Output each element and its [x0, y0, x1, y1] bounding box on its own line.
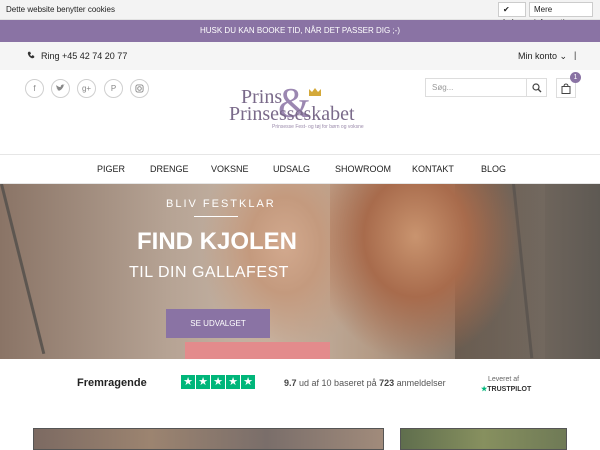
cookie-bar: Dette website benytter cookies ✔ Luk Mer…: [0, 0, 600, 27]
cart-count-badge: 1: [570, 72, 581, 83]
hero-title: FIND KJOLEN: [137, 228, 298, 255]
google-plus-icon[interactable]: g+: [77, 79, 96, 98]
nav-item-kontakt[interactable]: KONTAKT: [412, 164, 454, 174]
cookie-text: Dette website benytter cookies: [6, 5, 115, 14]
separator: |: [574, 50, 577, 60]
hero-subtitle: TIL DIN GALLAFEST: [129, 264, 289, 281]
logo-line2: Prinsesseskabet: [229, 103, 355, 125]
logo-tagline: Prinsesse Fest- og tøj for børn og voksn…: [272, 124, 364, 130]
trust-score: 9.7 ud af 10 baseret på 723 anmeldelser: [284, 378, 446, 388]
trust-label: Fremragende: [77, 377, 147, 389]
promo-banner[interactable]: HUSK DU KAN BOOKE TID, NÅR DET PASSER DI…: [0, 20, 600, 42]
trust-text-b: anmeldelser: [396, 378, 446, 388]
search-input[interactable]: [426, 79, 526, 96]
nav-item-piger[interactable]: PIGER: [97, 164, 125, 174]
category-image[interactable]: [400, 428, 567, 450]
bag-icon: [561, 83, 571, 94]
facebook-icon[interactable]: f: [25, 79, 44, 98]
hero-photo-dress: [185, 342, 330, 359]
nav-item-drenge[interactable]: DRENGE: [150, 164, 189, 174]
trust-review-count: 723: [379, 378, 395, 388]
star-icon: ★: [211, 375, 225, 389]
cookie-more-info-button[interactable]: Mere information: [529, 2, 593, 27]
main-nav: PIGER DRENGE VOKSNE UDSALG SHOWROOM KONT…: [0, 154, 600, 184]
swing-chain: [0, 184, 46, 355]
pinterest-icon[interactable]: P: [104, 79, 123, 98]
hero-photo-person: [330, 184, 520, 359]
category-image[interactable]: [33, 428, 384, 450]
search-icon: [532, 83, 542, 93]
nav-item-showroom[interactable]: SHOWROOM: [335, 164, 391, 174]
instagram-icon[interactable]: [130, 79, 149, 98]
top-bar: Ring +45 42 74 20 77 Min konto ⌄ |: [0, 42, 600, 70]
see-selection-button[interactable]: SE UDVALGET: [166, 309, 270, 338]
trustpilot-brand: TRUSTPILOT: [487, 386, 532, 393]
search-box: [425, 78, 547, 97]
site-logo[interactable]: Prins & Prinsesseskabet Prinsesse Fest- …: [226, 81, 376, 141]
trust-rating: 9.7: [284, 378, 297, 388]
hero-kicker: BLIV FESTKLAR: [166, 198, 276, 210]
trust-text-a: ud af 10 baseret på: [299, 378, 377, 388]
search-button[interactable]: [526, 79, 546, 96]
cookie-close-button[interactable]: ✔ Luk: [498, 2, 526, 27]
twitter-icon[interactable]: [51, 79, 70, 98]
star-icon: ★: [226, 375, 240, 389]
nav-item-voksne[interactable]: VOKSNE: [211, 164, 249, 174]
crown-icon: [308, 84, 322, 100]
hero-divider: [194, 216, 238, 217]
star-icon: ★: [241, 375, 255, 389]
trustpilot-widget[interactable]: Fremragende ★ ★ ★ ★ ★ 9.7 ud af 10 baser…: [0, 368, 600, 398]
hero-banner: BLIV FESTKLAR FIND KJOLEN TIL DIN GALLAF…: [0, 184, 600, 359]
star-icon: ★: [181, 375, 195, 389]
nav-item-blog[interactable]: BLOG: [481, 164, 506, 174]
star-icon: ★: [196, 375, 210, 389]
nav-item-udsalg[interactable]: UDSALG: [273, 164, 310, 174]
phone-number[interactable]: Ring +45 42 74 20 77: [41, 51, 127, 61]
phone-icon: [27, 51, 35, 61]
account-menu[interactable]: Min konto ⌄: [518, 51, 567, 62]
trustpilot-logo: ★TRUSTPILOT: [481, 385, 531, 393]
delivered-by: Leveret af: [488, 376, 520, 383]
